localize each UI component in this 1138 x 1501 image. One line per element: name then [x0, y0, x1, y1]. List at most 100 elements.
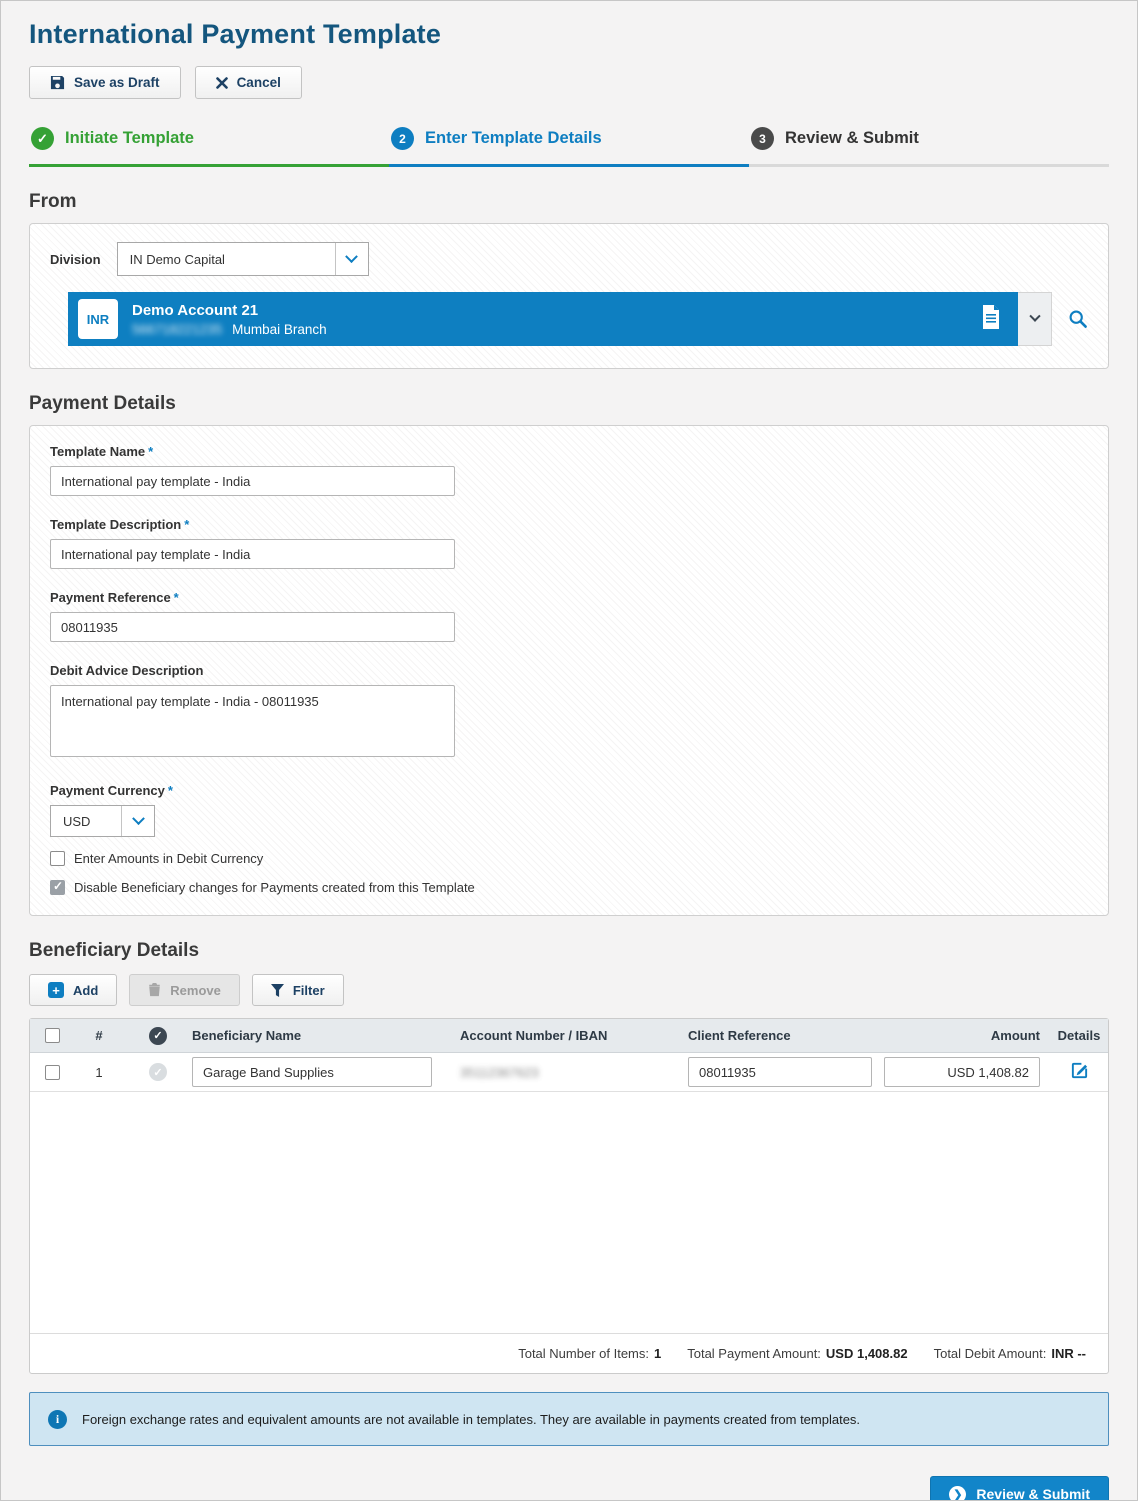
- debit-advice-textarea[interactable]: International pay template - India - 080…: [50, 685, 455, 757]
- account-search-icon[interactable]: [1068, 309, 1088, 329]
- division-label: Division: [50, 252, 101, 267]
- chevron-down-icon: [121, 806, 154, 836]
- column-amount: Amount: [884, 1028, 1050, 1043]
- payment-details-panel: Template Name* Template Description* Pay…: [29, 425, 1109, 916]
- cancel-button[interactable]: Cancel: [195, 66, 302, 99]
- add-label: Add: [73, 983, 98, 998]
- beneficiary-details-heading: Beneficiary Details: [29, 940, 1109, 962]
- beneficiary-toolbar: + Add Remove Filter: [29, 974, 1109, 1006]
- row-status: ✓: [124, 1063, 192, 1081]
- client-reference-input[interactable]: [688, 1057, 872, 1087]
- payment-currency-select[interactable]: USD: [50, 805, 155, 837]
- payment-currency-label: Payment Currency*: [50, 783, 1088, 798]
- required-asterisk: *: [174, 590, 179, 605]
- step-enter-template-details[interactable]: 2 Enter Template Details: [389, 121, 749, 167]
- checkbox-checked-icon: [50, 880, 65, 895]
- info-icon: i: [48, 1410, 67, 1429]
- selected-account-card[interactable]: INR Demo Account 21 566718221235 Mumbai …: [68, 292, 1018, 346]
- beneficiary-name-input[interactable]: [192, 1057, 432, 1087]
- total-items: Total Number of Items:1: [518, 1346, 661, 1361]
- step-label: Initiate Template: [65, 129, 194, 148]
- toolbar: Save as Draft Cancel: [29, 66, 1109, 99]
- step-complete-check-icon: ✓: [31, 127, 54, 150]
- filter-button[interactable]: Filter: [252, 974, 344, 1006]
- review-submit-button[interactable]: ❯ Review & Submit: [930, 1476, 1109, 1501]
- table-row: 1 ✓ 35112367623: [30, 1053, 1108, 1092]
- from-heading: From: [29, 191, 1109, 213]
- total-debit-amount: Total Debit Amount:INR --: [934, 1346, 1086, 1361]
- filter-label: Filter: [293, 983, 325, 998]
- row-number: 1: [74, 1065, 124, 1080]
- template-name-label: Template Name*: [50, 444, 1088, 459]
- account-dropdown-toggle[interactable]: [1018, 292, 1052, 346]
- chevron-down-icon: [1029, 311, 1040, 322]
- account-statement-icon[interactable]: [980, 305, 1002, 334]
- step-review-submit[interactable]: 3 Review & Submit: [749, 121, 1109, 167]
- row-amount-cell: [884, 1057, 1050, 1087]
- template-name-input[interactable]: [50, 466, 455, 496]
- remove-label: Remove: [170, 983, 221, 998]
- edit-details-icon[interactable]: [1070, 1068, 1089, 1083]
- total-payment-amount: Total Payment Amount:USD 1,408.82: [687, 1346, 907, 1361]
- account-subline: 566718221235 Mumbai Branch: [132, 322, 327, 337]
- add-beneficiary-button[interactable]: + Add: [29, 974, 117, 1006]
- debit-advice-label: Debit Advice Description: [50, 663, 1088, 678]
- remove-beneficiary-button: Remove: [129, 974, 240, 1006]
- disable-beneficiary-changes-checkbox[interactable]: Disable Beneficiary changes for Payments…: [50, 880, 1088, 895]
- beneficiary-table: # ✓ Beneficiary Name Account Number / IB…: [29, 1018, 1109, 1374]
- step-initiate-template[interactable]: ✓ Initiate Template: [29, 121, 389, 167]
- amount-input[interactable]: [884, 1057, 1040, 1087]
- template-description-input[interactable]: [50, 539, 455, 569]
- enter-amounts-debit-currency-checkbox[interactable]: Enter Amounts in Debit Currency: [50, 851, 1088, 866]
- page-title: International Payment Template: [29, 19, 1109, 50]
- column-beneficiary-name: Beneficiary Name: [192, 1028, 460, 1043]
- column-validated-icon: ✓: [124, 1027, 192, 1045]
- table-empty-area: [30, 1092, 1108, 1333]
- row-checkbox[interactable]: [30, 1065, 74, 1080]
- chevron-down-icon: [335, 243, 368, 275]
- account-number: 566718221235: [132, 322, 222, 337]
- check-circle-icon: ✓: [149, 1063, 167, 1081]
- save-as-draft-button[interactable]: Save as Draft: [29, 66, 181, 99]
- arrow-right-circle-icon: ❯: [949, 1486, 966, 1501]
- save-as-draft-label: Save as Draft: [74, 75, 160, 90]
- international-payment-template-page: International Payment Template Save as D…: [0, 0, 1138, 1501]
- row-details-cell: [1050, 1061, 1108, 1083]
- column-account-number: Account Number / IBAN: [460, 1028, 688, 1043]
- column-details: Details: [1050, 1028, 1108, 1043]
- payment-reference-label: Payment Reference*: [50, 590, 1088, 605]
- select-all-checkbox[interactable]: [30, 1028, 74, 1043]
- fx-info-banner: i Foreign exchange rates and equivalent …: [29, 1392, 1109, 1446]
- payment-currency-value: USD: [51, 806, 121, 836]
- checkbox-unchecked-icon: [50, 851, 65, 866]
- payment-reference-field-group: Payment Reference*: [50, 590, 1088, 642]
- close-icon: [216, 77, 228, 89]
- required-asterisk: *: [148, 444, 153, 459]
- info-banner-text: Foreign exchange rates and equivalent am…: [82, 1412, 860, 1427]
- wizard-steps: ✓ Initiate Template 2 Enter Template Det…: [29, 121, 1109, 167]
- division-selected-value: IN Demo Capital: [118, 243, 335, 275]
- from-panel: Division IN Demo Capital INR Demo Accoun…: [29, 223, 1109, 369]
- account-row: INR Demo Account 21 566718221235 Mumbai …: [68, 292, 1088, 346]
- required-asterisk: *: [184, 517, 189, 532]
- payment-reference-input[interactable]: [50, 612, 455, 642]
- template-description-field-group: Template Description*: [50, 517, 1088, 569]
- beneficiary-table-header: # ✓ Beneficiary Name Account Number / IB…: [30, 1019, 1108, 1053]
- column-client-reference: Client Reference: [688, 1028, 884, 1043]
- checkbox-label: Disable Beneficiary changes for Payments…: [74, 880, 475, 895]
- filter-funnel-icon: [271, 984, 284, 997]
- division-select[interactable]: IN Demo Capital: [117, 242, 369, 276]
- account-branch: Mumbai Branch: [232, 322, 327, 337]
- step-label: Review & Submit: [785, 129, 919, 148]
- row-client-reference-cell: [688, 1057, 884, 1087]
- account-number-value: 35112367623: [460, 1065, 539, 1080]
- account-currency-badge: INR: [78, 299, 118, 339]
- row-account-number-cell: 35112367623: [460, 1065, 688, 1080]
- plus-icon: +: [48, 982, 64, 998]
- debit-advice-field-group: Debit Advice Description International p…: [50, 663, 1088, 762]
- payment-currency-field-group: Payment Currency* USD: [50, 783, 1088, 837]
- check-circle-icon: ✓: [149, 1027, 167, 1045]
- save-icon: [50, 75, 65, 90]
- template-name-field-group: Template Name*: [50, 444, 1088, 496]
- account-name: Demo Account 21: [132, 301, 327, 321]
